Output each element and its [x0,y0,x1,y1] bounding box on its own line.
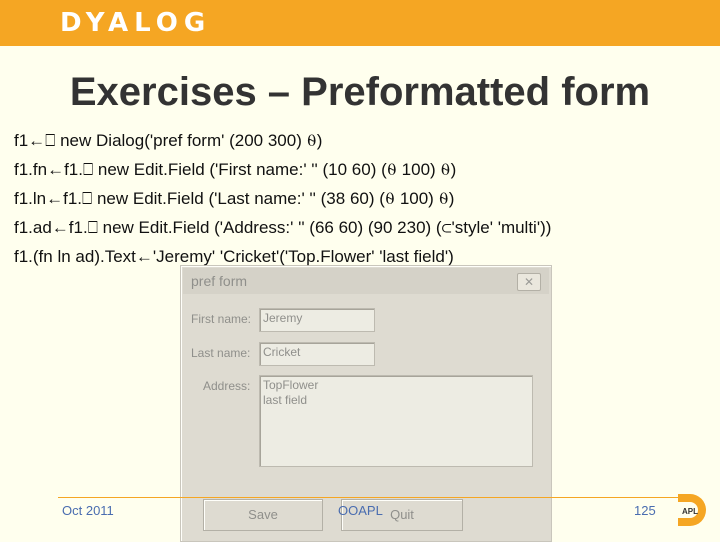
apl-logo-icon: APL [672,490,712,535]
code-line: f1.ln←f1.⎕ new Edit.Field ('Last name:' … [14,189,455,208]
apl-logo-text: APL [682,507,698,516]
address-field[interactable]: TopFlower last field [259,375,533,467]
last-name-label: Last name: [191,346,251,360]
close-icon[interactable]: ✕ [517,273,541,291]
dialog-title: pref form [191,273,248,289]
pref-form-dialog: pref form ✕ First name: Jeremy Last name… [180,265,552,542]
header-bar: DYALOG [0,0,720,46]
code-line: f1.fn←f1.⎕ new Edit.Field ('First name:'… [14,160,457,179]
code-line: f1.ad←f1.⎕ new Edit.Field ('Address:' ''… [14,218,552,237]
code-line: f1←⎕ new Dialog('pref form' (200 300) ⍬) [14,131,323,150]
slide-title: Exercises – Preformatted form [69,70,651,114]
footer-date: Oct 2011 [62,503,114,518]
code-block: f1←⎕ new Dialog('pref form' (200 300) ⍬)… [14,126,720,271]
save-button[interactable]: Save [203,499,323,531]
footer-divider [58,497,698,498]
page-number: 125 [634,503,656,518]
first-name-field[interactable]: Jeremy [259,308,375,332]
dyalog-logo: DYALOG [60,8,212,38]
first-name-label: First name: [191,312,252,326]
address-label: Address: [203,379,251,393]
last-name-field[interactable]: Cricket [259,342,375,366]
dialog-titlebar: pref form ✕ [183,268,549,294]
footer-center-text: OOAPL [338,503,383,518]
